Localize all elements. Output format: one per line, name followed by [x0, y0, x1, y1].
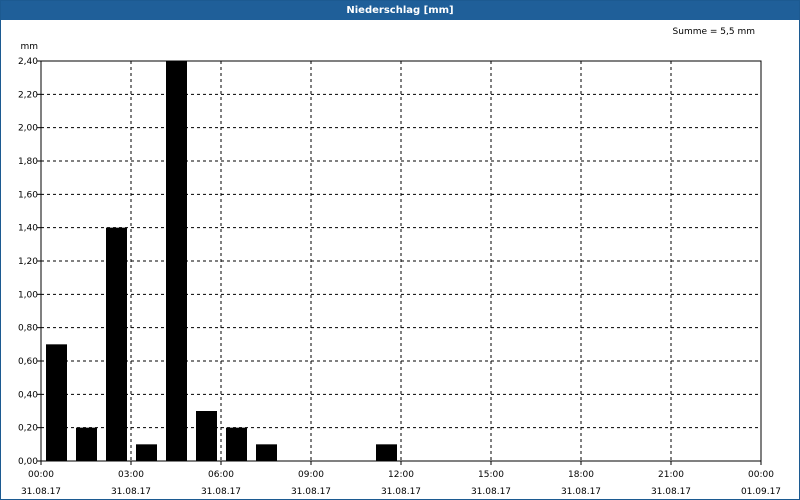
x-tick-time-label: 15:00 [478, 470, 504, 480]
x-tick-time-label: 21:00 [658, 470, 684, 480]
y-tick-label: 1,40 [18, 224, 38, 234]
y-tick-label: 1,80 [18, 157, 38, 167]
y-tick-label: 0,20 [18, 424, 38, 434]
x-tick-date-label: 31.08.17 [561, 487, 601, 497]
x-tick-time-label: 12:00 [388, 470, 414, 480]
y-tick-label: 1,00 [18, 290, 38, 300]
x-tick-date-label: 01.09.17 [741, 487, 781, 497]
x-tick-date-label: 31.08.17 [111, 487, 151, 497]
chart-title: Niederschlag [mm] [1, 1, 799, 20]
precipitation-bar [256, 444, 277, 461]
chart-window: Niederschlag [mm] Summe = 5,5 mm 0,00 0,2… [0, 0, 800, 500]
precipitation-bar [46, 344, 67, 461]
precipitation-bar [196, 411, 217, 461]
precipitation-bar [166, 61, 187, 461]
precipitation-bar [226, 427, 247, 461]
x-tick-time-label: 06:00 [208, 470, 234, 480]
x-tick-time-label: 00:00 [748, 470, 774, 480]
y-tick-label: 2,40 [18, 57, 38, 67]
x-tick-date-label: 31.08.17 [201, 487, 241, 497]
y-tick-label: 0,60 [18, 357, 38, 367]
x-tick-time-label: 09:00 [298, 470, 324, 480]
chart-plot: 0,00 0,20 0,40 0,60 0,80 1,00 1,20 1,40 1,60 1,80… [18, 42, 781, 497]
y-tick-label: 0,00 [18, 457, 38, 467]
y-tick-label: 1,20 [18, 257, 38, 267]
y-tick-label: 2,00 [18, 124, 38, 134]
precipitation-bar [136, 444, 157, 461]
precipitation-bar [106, 227, 127, 461]
x-tick-date-label: 31.08.17 [381, 487, 421, 497]
x-tick-time-label: 00:00 [28, 470, 54, 480]
x-tick-time-label: 03:00 [118, 470, 144, 480]
precipitation-bar [376, 444, 397, 461]
y-tick-label: 0,80 [18, 324, 38, 334]
y-axis-label: mm [20, 42, 38, 52]
x-tick-time-label: 18:00 [568, 470, 594, 480]
x-tick-date-label: 31.08.17 [291, 487, 331, 497]
y-tick-label: 1,60 [18, 190, 38, 200]
x-tick-date-label: 31.08.17 [651, 487, 691, 497]
y-tick-label: 0,40 [18, 390, 38, 400]
y-tick-label: 2,20 [18, 90, 38, 100]
precipitation-bar [76, 427, 97, 461]
x-tick-date-label: 31.08.17 [471, 487, 511, 497]
x-tick-date-label: 31.08.17 [21, 487, 61, 497]
